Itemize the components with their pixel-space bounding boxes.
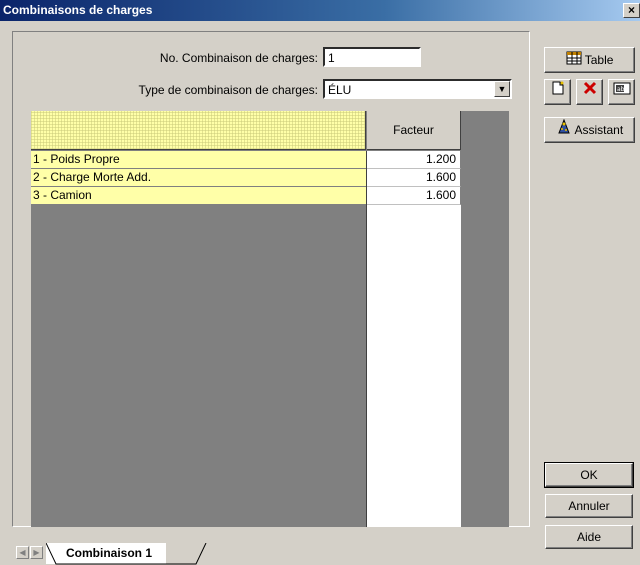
table-button[interactable]: Table: [544, 47, 635, 73]
help-button[interactable]: Aide: [545, 525, 633, 549]
new-document-icon: [550, 80, 566, 103]
chevron-down-icon[interactable]: ▼: [494, 81, 510, 97]
wizard-icon: [556, 118, 572, 143]
combination-type-select[interactable]: ÉLU ▼: [323, 79, 512, 99]
tab-outline: [46, 543, 207, 565]
close-button[interactable]: ×: [623, 3, 640, 18]
tab-scroll-left-icon[interactable]: ◀: [16, 546, 29, 559]
combination-type-label: Type de combinaison de charges:: [138, 83, 318, 97]
table-row[interactable]: 2 - Charge Morte Add. 1.600: [31, 169, 461, 187]
rename-text-icon: ab: [613, 80, 631, 103]
tab-scroll-right-icon[interactable]: ▶: [30, 546, 43, 559]
row-factor-cell[interactable]: 1.600: [367, 169, 461, 187]
grid-factor-header[interactable]: Facteur: [367, 111, 461, 150]
window-title: Combinaisons de charges: [3, 3, 153, 17]
table-row[interactable]: 3 - Camion 1.600: [31, 187, 461, 205]
factors-grid: Facteur 1 - Poids Propre 1.200 2 - Charg…: [31, 111, 509, 527]
row-factor-cell[interactable]: 1.600: [367, 187, 461, 205]
cancel-button[interactable]: Annuler: [545, 494, 633, 518]
table-row[interactable]: 1 - Poids Propre 1.200: [31, 151, 461, 169]
row-load-name[interactable]: 1 - Poids Propre: [31, 151, 366, 169]
sheet-tabs: ◀ ▶ Combinaison 1: [12, 543, 532, 565]
row-factor-cell[interactable]: 1.200: [367, 151, 461, 169]
assistant-button-label: Assistant: [574, 123, 624, 137]
tab-combinaison-1[interactable]: Combinaison 1: [46, 543, 207, 565]
assistant-button[interactable]: Assistant: [544, 117, 635, 143]
table-icon: [566, 49, 582, 73]
factor-column-area: [366, 151, 461, 527]
delete-row-button[interactable]: [576, 79, 603, 105]
combination-number-label: No. Combinaison de charges:: [159, 51, 318, 65]
rename-button[interactable]: ab: [608, 79, 635, 105]
delete-x-icon: [582, 80, 598, 103]
title-bar: Combinaisons de charges ×: [0, 0, 640, 21]
row-load-name[interactable]: 2 - Charge Morte Add.: [31, 169, 366, 187]
combination-number-field[interactable]: 1: [323, 47, 421, 67]
row-load-name[interactable]: 3 - Camion: [31, 187, 366, 205]
table-button-label: Table: [584, 53, 614, 67]
combination-type-value: ÉLU: [328, 83, 352, 97]
grid-name-header: [31, 111, 366, 150]
svg-text:ab: ab: [617, 86, 625, 93]
new-row-button[interactable]: [544, 79, 571, 105]
ok-button[interactable]: OK: [544, 462, 634, 488]
